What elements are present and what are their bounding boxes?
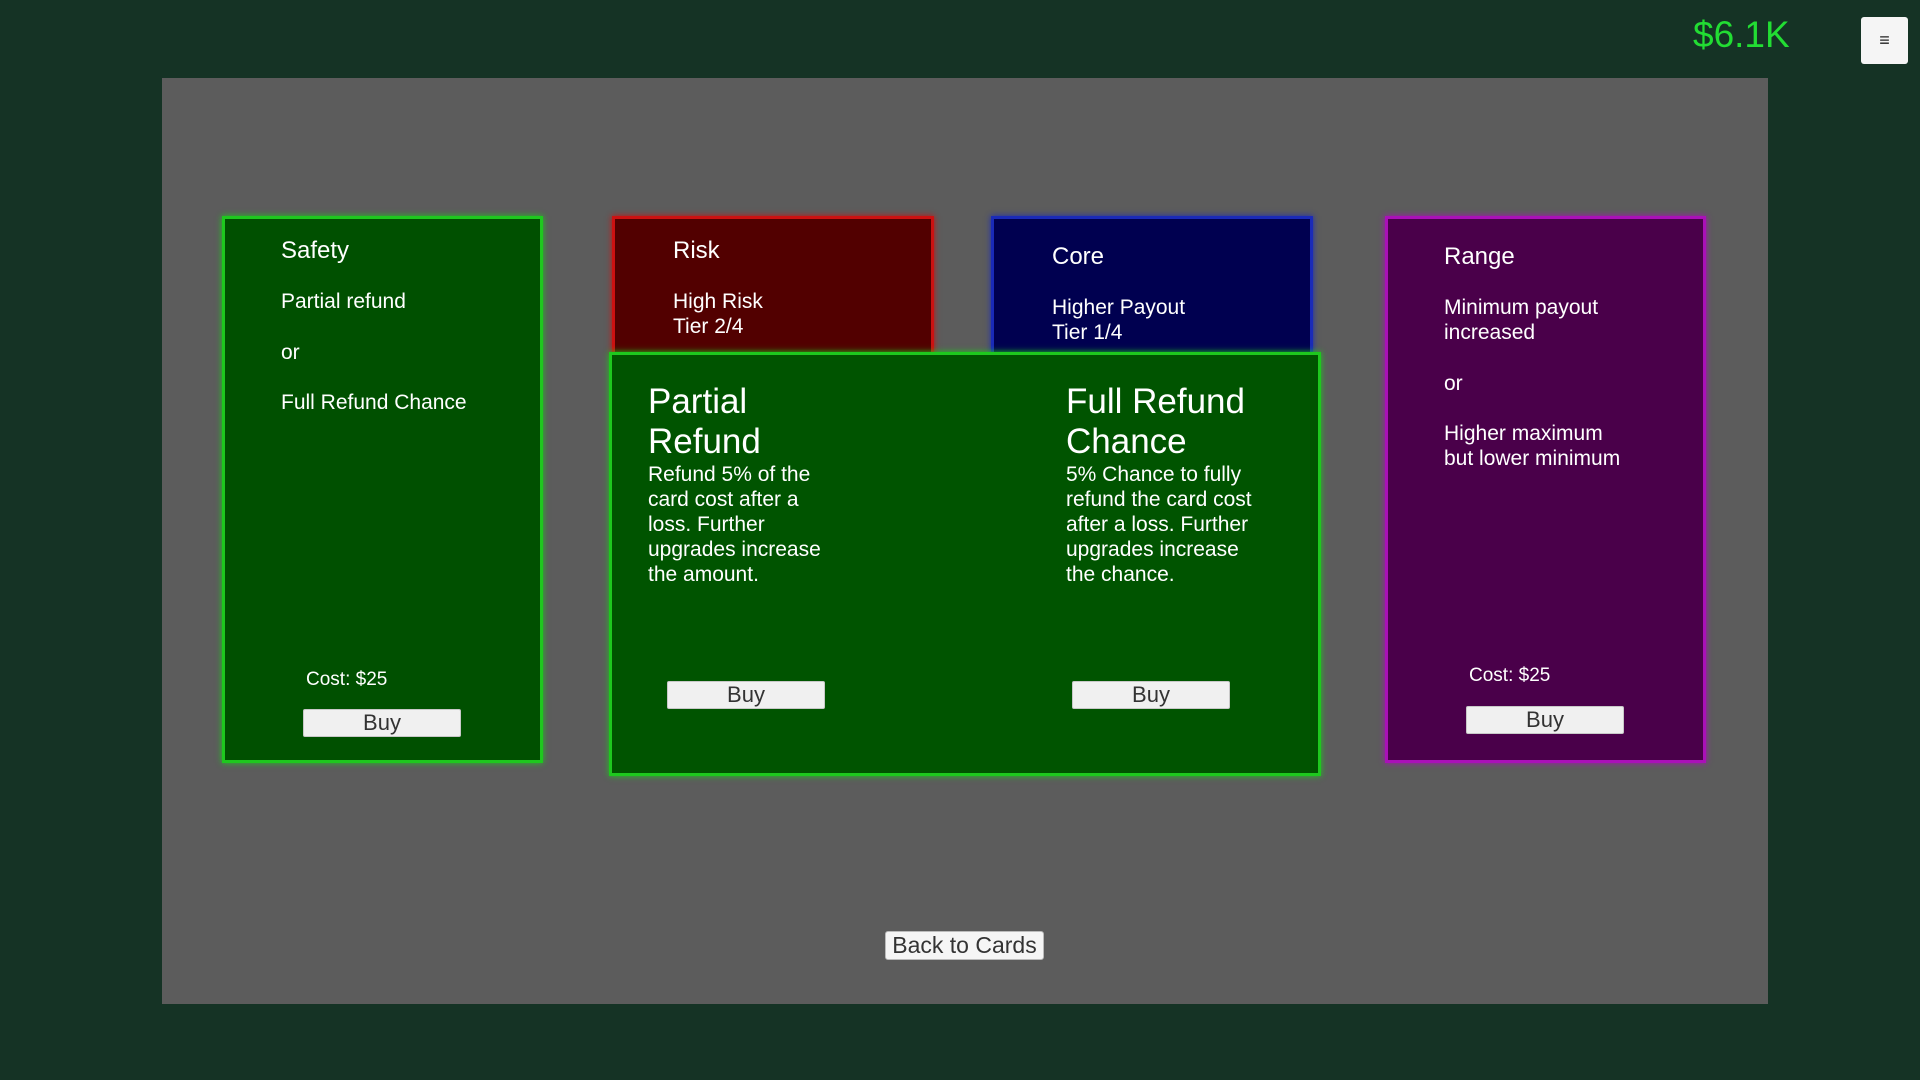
full-refund-buy-button[interactable]: Buy <box>1072 681 1230 709</box>
card-title: Safety <box>281 237 350 264</box>
card-title: Risk <box>673 237 720 264</box>
full-refund-title: Full Refund Chance <box>1066 382 1245 461</box>
partial-refund-buy-button[interactable]: Buy <box>667 681 825 709</box>
cost-label: Cost: $25 <box>306 669 388 690</box>
card-text-line1: Minimum payout increased <box>1444 296 1599 344</box>
risk-card[interactable]: Risk High Risk Tier 2/4 <box>612 216 934 356</box>
card-text-line1: Partial refund <box>281 290 406 313</box>
upgrade-choice-popup: Partial Refund Refund 5% of the card cos… <box>609 352 1321 776</box>
cost-label: Cost: $25 <box>1469 665 1551 686</box>
card-text-line3: Higher maximum but lower minimum <box>1444 422 1621 470</box>
card-title: Core <box>1052 243 1105 270</box>
full-refund-description: 5% Chance to fully refund the card cost … <box>1066 463 1252 586</box>
back-to-cards-button[interactable]: Back to Cards <box>885 931 1044 960</box>
hamburger-menu-icon: ≡ <box>1879 30 1890 50</box>
card-tier-text: High Risk Tier 2/4 <box>673 290 763 338</box>
card-title: Range <box>1444 243 1515 270</box>
card-tier-text: Higher Payout Tier 1/4 <box>1052 296 1186 344</box>
card-text-line2: or <box>281 341 300 364</box>
range-card: Range Minimum payout increased or Higher… <box>1385 216 1706 763</box>
card-text-line2: or <box>1444 372 1463 395</box>
menu-button[interactable]: ≡ <box>1861 17 1908 64</box>
card-text-line3: Full Refund Chance <box>281 391 467 414</box>
partial-refund-description: Refund 5% of the card cost after a loss.… <box>648 463 821 586</box>
money-display: $6.1K <box>1693 14 1790 55</box>
safety-buy-button[interactable]: Buy <box>303 709 461 737</box>
partial-refund-title: Partial Refund <box>648 382 761 461</box>
range-buy-button[interactable]: Buy <box>1466 706 1624 734</box>
safety-card: Safety Partial refund or Full Refund Cha… <box>222 216 543 763</box>
core-card[interactable]: Core Higher Payout Tier 1/4 <box>991 216 1313 356</box>
